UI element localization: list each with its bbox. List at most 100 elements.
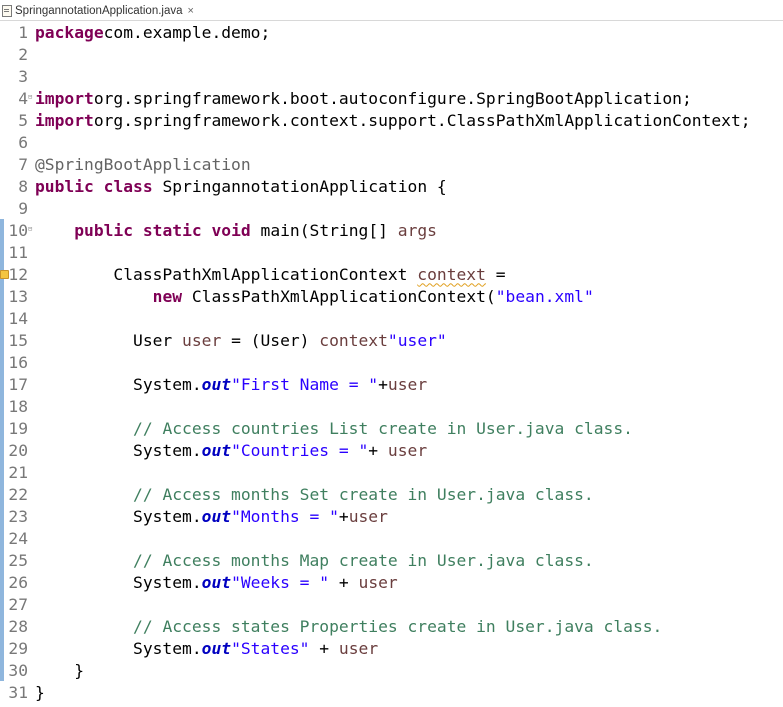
code-line[interactable]: 13 new ClassPathXmlApplicationContext("b… [0, 285, 783, 307]
string-literal: "States" [231, 638, 310, 658]
code-line[interactable]: 17 System.out"First Name = "+user [0, 373, 783, 395]
line-number: 14 [8, 308, 28, 328]
code-line[interactable]: 12 ClassPathXmlApplicationContext contex… [0, 263, 783, 285]
code-text: } [35, 683, 45, 702]
fold-toggle-icon[interactable]: ⊟ [28, 225, 35, 233]
java-file-icon [2, 4, 12, 17]
fold-toggle-icon[interactable]: ⊟ [28, 93, 35, 101]
code-line[interactable]: 20 System.out"Countries = "+ user [0, 439, 783, 461]
code-line[interactable]: 8 public class SpringannotationApplicatio… [0, 175, 783, 197]
line-number: 21 [8, 462, 28, 482]
line-number: 11 [8, 242, 28, 262]
line-number: 27 [8, 594, 28, 614]
comment-token: // Access months Map create in User.java… [133, 550, 594, 570]
code-text: importorg.springframework.boot.autoconfi… [35, 89, 692, 108]
code-line[interactable]: 9 [0, 197, 783, 219]
code-token: org.springframework.boot.autoconfigure.S… [93, 88, 692, 108]
line-number: 6 [18, 132, 28, 152]
keyword-token: static [142, 220, 202, 240]
line-number: 2 [18, 44, 28, 64]
code-line[interactable]: 23 System.out"Months = "+user [0, 505, 783, 527]
variable-token: user [182, 330, 222, 350]
code-line[interactable]: 10 ⊟ public static void main(String[] arg… [0, 219, 783, 241]
code-text: // Access months Map create in User.java… [35, 551, 594, 570]
code-line[interactable]: 5 importorg.springframework.context.suppo… [0, 109, 783, 131]
code-text: public static void main(String[] args [35, 221, 437, 240]
code-token: SpringannotationApplication { [152, 176, 447, 196]
code-token: com.example.demo; [103, 22, 271, 42]
warning-icon[interactable] [0, 270, 9, 279]
string-literal: "Countries = " [231, 440, 369, 460]
code-token: org.springframework.context.support.Clas… [93, 110, 751, 130]
code-line[interactable]: 14 [0, 307, 783, 329]
code-line[interactable]: 21 [0, 461, 783, 483]
code-token: System. [35, 572, 202, 592]
code-line[interactable]: 19 // Access countries List create in Us… [0, 417, 783, 439]
code-line[interactable]: 27 [0, 593, 783, 615]
keyword-token: void [211, 220, 251, 240]
code-line[interactable]: 18 [0, 395, 783, 417]
code-text: new ClassPathXmlApplicationContext("bean… [35, 287, 594, 306]
static-field-token: out [201, 374, 232, 394]
line-number: 13 [8, 286, 28, 306]
line-number: 25 [8, 550, 28, 570]
code-line[interactable]: 28 // Access states Properties create in… [0, 615, 783, 637]
code-token: + [309, 638, 339, 658]
string-literal: "Weeks = " [231, 572, 330, 592]
line-number: 7 [18, 154, 28, 174]
string-literal: "First Name = " [231, 374, 379, 394]
line-number: 10 [8, 220, 28, 240]
code-token: System. [35, 374, 202, 394]
string-literal: "user" [387, 330, 447, 350]
code-line[interactable]: 24 [0, 527, 783, 549]
line-number: 5 [18, 110, 28, 130]
code-line[interactable]: 29 System.out"States" + user [0, 637, 783, 659]
static-field-token: out [201, 572, 232, 592]
code-line[interactable]: 11 [0, 241, 783, 263]
code-token: User [35, 330, 183, 350]
line-number: 4 [18, 88, 28, 108]
line-number: 9 [18, 198, 28, 218]
code-text: System.out"First Name = "+user [35, 375, 427, 394]
comment-token: // Access states Properties create in Us… [133, 616, 663, 636]
code-token: = [485, 264, 506, 284]
code-line[interactable]: 1 packagecom.example.demo; [0, 21, 783, 43]
code-line[interactable]: 25 // Access months Map create in User.j… [0, 549, 783, 571]
code-line[interactable]: 22 // Access months Set create in User.j… [0, 483, 783, 505]
code-line[interactable]: 7 @SpringBootApplication [0, 153, 783, 175]
keyword-token: package [35, 22, 104, 42]
comment-token: // Access months Set create in User.java… [133, 484, 594, 504]
line-number: 22 [8, 484, 28, 504]
static-field-token: out [201, 440, 232, 460]
editor-tab[interactable]: SpringannotationApplication.java × [0, 0, 198, 21]
close-tab-icon[interactable]: × [188, 5, 194, 17]
keyword-token: new [152, 286, 183, 306]
code-editor[interactable]: 1 packagecom.example.demo; 2 3 4 ⊟ importorg.s… [0, 21, 783, 707]
code-line[interactable]: 6 [0, 131, 783, 153]
keyword-token: class [103, 176, 153, 196]
string-literal: "Months = " [231, 506, 339, 526]
keyword-token: import [35, 88, 94, 108]
code-text: User user = (User) context"user" [35, 331, 447, 350]
static-field-token: out [201, 638, 232, 658]
code-line[interactable]: 31} [0, 681, 783, 703]
code-line[interactable]: 16 [0, 351, 783, 373]
code-line[interactable]: 4 ⊟ importorg.springframework.boot.autocon… [0, 87, 783, 109]
tab-filename: SpringannotationApplication.java [15, 4, 183, 17]
code-line[interactable]: 30 } [0, 659, 783, 681]
code-line[interactable]: 3 [0, 65, 783, 87]
line-number: 20 [8, 440, 28, 460]
variable-token: user [387, 440, 428, 460]
code-line[interactable]: 2 [0, 43, 783, 65]
code-line[interactable]: 15 User user = (User) context"user" [0, 329, 783, 351]
code-text: packagecom.example.demo; [35, 23, 270, 42]
code-text: // Access months Set create in User.java… [35, 485, 594, 504]
line-number: 8 [18, 176, 28, 196]
line-number: 23 [8, 506, 28, 526]
code-line[interactable]: 26 System.out"Weeks = " + user [0, 571, 783, 593]
